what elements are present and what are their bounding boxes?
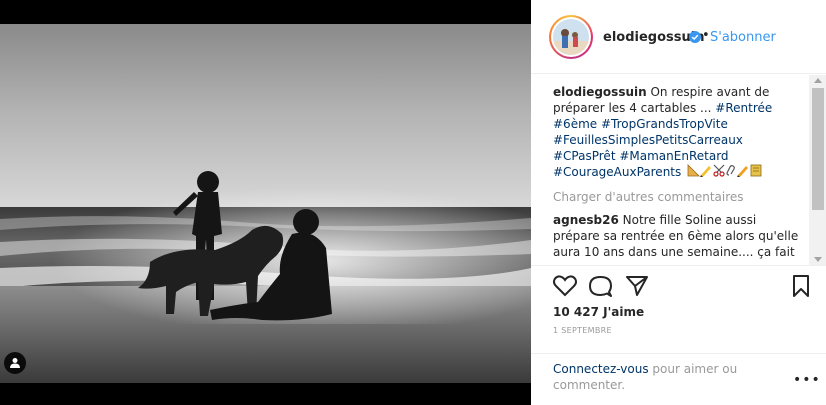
follow-button[interactable]: S'abonner (710, 30, 776, 45)
scroll-down-arrow-icon[interactable] (814, 257, 822, 262)
person-icon (10, 358, 20, 368)
more-options-button[interactable]: ••• (793, 372, 821, 388)
load-more-comments-button[interactable]: Charger d'autres commentaires (553, 190, 744, 204)
comments-list: elodiegossuin On respire avant de prépar… (531, 75, 826, 265)
post-caption: elodiegossuin On respire avant de prépar… (553, 84, 805, 181)
set-square-icon (687, 164, 701, 177)
likes-count[interactable]: 10 427 J'aime (553, 305, 644, 319)
post-header: elodiegossuin • S'abonner (531, 0, 826, 74)
bookmark-icon[interactable] (792, 275, 810, 297)
tagged-users-button[interactable] (4, 352, 26, 374)
share-icon[interactable] (625, 275, 649, 297)
caption-username[interactable]: elodiegossuin (553, 85, 647, 99)
post-side-panel: elodiegossuin • S'abonner elodiegossuin … (531, 0, 826, 405)
pencil-icon (700, 166, 712, 177)
hashtag-link[interactable]: #CourageAuxParents (553, 165, 681, 179)
comment-item: agnesb26 Notre fille Soline aussi prépar… (553, 212, 805, 260)
hashtag-link[interactable]: #6ème (553, 117, 597, 131)
avatar[interactable] (549, 15, 593, 59)
header-separator: • (702, 28, 710, 43)
hashtag-link[interactable]: #FeuillesSimplesPetitsCarreaux (553, 133, 743, 147)
comments-scrollbar-thumb[interactable] (812, 88, 824, 210)
hashtag-link[interactable]: #TropGrandsTropVite (601, 117, 728, 131)
like-heart-icon[interactable] (553, 275, 577, 297)
avatar-photo-icon (553, 19, 589, 55)
hashtag-link[interactable]: #Rentrée (715, 101, 772, 115)
scroll-up-arrow-icon[interactable] (814, 78, 822, 83)
scissors-icon (713, 164, 725, 177)
paperclip-icon (726, 165, 736, 176)
photo-top-border (0, 0, 531, 24)
verified-badge-icon (689, 31, 701, 43)
notebook-icon (750, 164, 762, 177)
instagram-post-modal: elodiegossuin • S'abonner elodiegossuin … (0, 0, 826, 405)
post-date: 1 SEPTEMBRE (553, 326, 612, 335)
login-link[interactable]: Connectez-vous (553, 362, 649, 376)
post-photo-area (0, 0, 531, 405)
post-actions: 10 427 J'aime 1 SEPTEMBRE (531, 265, 826, 353)
comment-username[interactable]: agnesb26 (553, 213, 619, 227)
login-prompt: Connectez-vous pour aimer ou commenter. … (531, 353, 826, 405)
caption-emojis (687, 164, 763, 181)
comment-icon[interactable] (589, 275, 612, 297)
post-photo[interactable] (0, 24, 531, 383)
pencil-icon (737, 166, 749, 177)
login-prompt-text: Connectez-vous pour aimer ou commenter. (553, 361, 783, 393)
hashtag-link[interactable]: #CPasPrêt (553, 149, 616, 163)
hashtag-link[interactable]: #MamanEnRetard (619, 149, 728, 163)
photo-bottom-border (0, 383, 531, 405)
